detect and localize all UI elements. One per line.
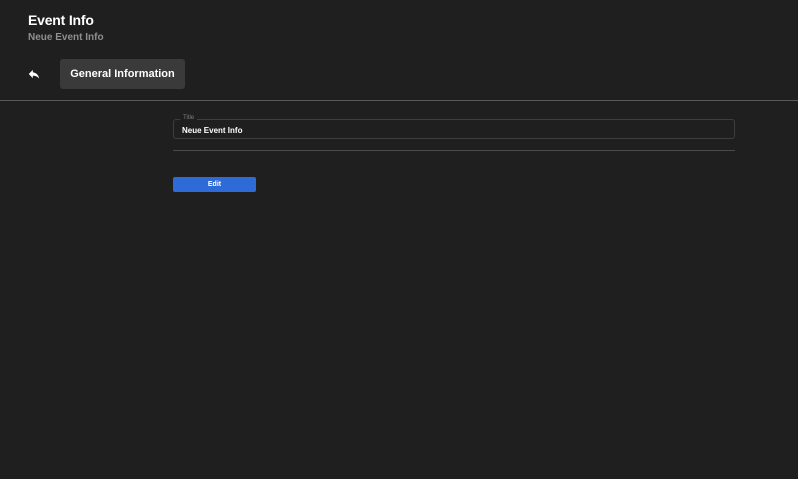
event-info-page: Event Info Neue Event Info General Infor… [0,0,798,479]
undo-arrow-icon [28,69,40,79]
page-subtitle: Neue Event Info [28,32,104,43]
title-field-label: Title [180,114,198,122]
page-title: Event Info [28,12,94,28]
back-button[interactable] [24,64,44,84]
edit-button[interactable]: Edit [173,177,256,192]
form-divider [173,150,735,151]
tab-general-information[interactable]: General Information [60,59,185,89]
title-input[interactable] [182,124,722,136]
header-divider [0,100,798,101]
title-field[interactable]: Title [173,114,735,139]
page-header: Event Info Neue Event Info [28,12,104,43]
